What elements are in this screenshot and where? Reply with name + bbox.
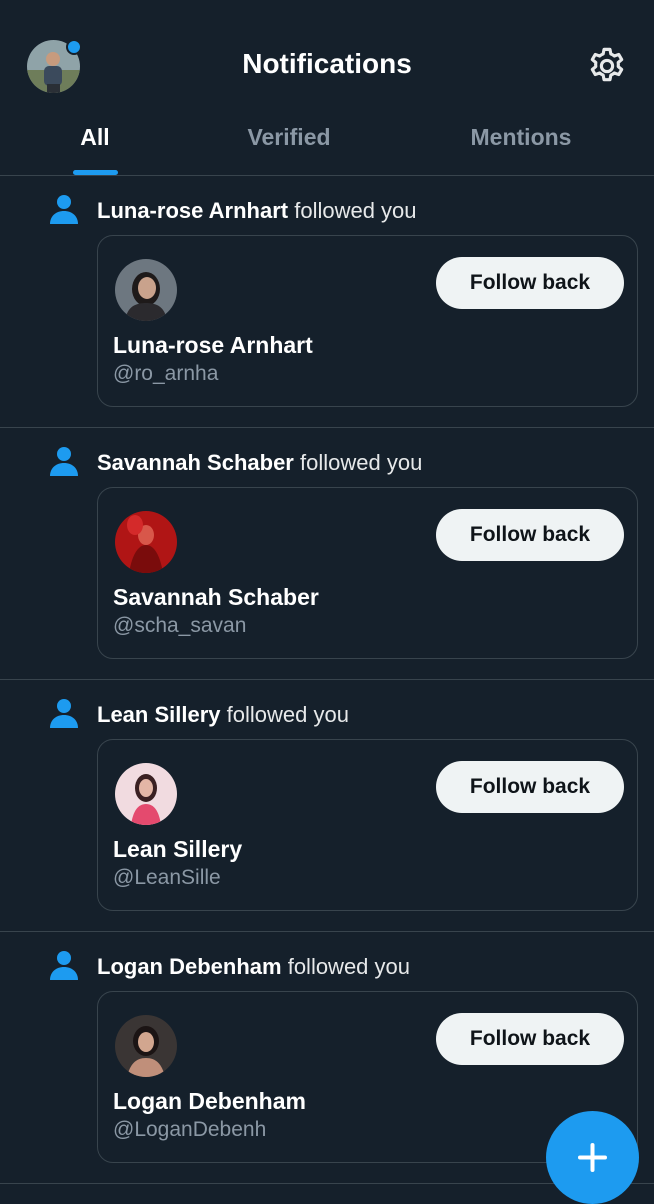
app-header: Notifications All Verified Mentions bbox=[0, 0, 654, 176]
person-icon bbox=[50, 447, 78, 476]
notification-text: Savannah Schaber followed you bbox=[97, 450, 422, 476]
user-display-name[interactable]: Logan Debenham bbox=[113, 1088, 306, 1115]
page-title: Notifications bbox=[242, 48, 412, 79]
follow-back-button[interactable]: Follow back bbox=[436, 1013, 624, 1065]
gear-icon[interactable] bbox=[586, 45, 628, 87]
notification-item[interactable]: Savannah Schaber followed you Follow bac… bbox=[0, 428, 654, 680]
notification-item[interactable]: Lean Sillery followed you Follow back Le… bbox=[0, 680, 654, 932]
user-display-name[interactable]: Savannah Schaber bbox=[113, 584, 319, 611]
notification-user-name[interactable]: Lean Sillery bbox=[97, 702, 221, 727]
follow-back-button[interactable]: Follow back bbox=[436, 257, 624, 309]
notification-text: Lean Sillery followed you bbox=[97, 702, 349, 728]
user-avatar[interactable] bbox=[115, 259, 177, 321]
user-avatar-image bbox=[115, 1015, 177, 1077]
notification-action: followed you bbox=[294, 198, 417, 223]
user-handle: @scha_savan bbox=[113, 614, 247, 637]
person-icon bbox=[50, 699, 78, 728]
notification-user-name[interactable]: Luna-rose Arnhart bbox=[97, 198, 288, 223]
notification-text: Luna-rose Arnhart followed you bbox=[97, 198, 417, 224]
user-card[interactable]: Follow back Luna-rose Arnhart @ro_arnha bbox=[97, 235, 638, 407]
follow-back-button[interactable]: Follow back bbox=[436, 761, 624, 813]
user-avatar[interactable] bbox=[115, 763, 177, 825]
active-tab-indicator bbox=[73, 170, 118, 175]
tab-verified[interactable]: Verified bbox=[219, 124, 359, 151]
user-handle: @LeanSille bbox=[113, 866, 221, 889]
user-avatar[interactable] bbox=[115, 511, 177, 573]
tab-mentions[interactable]: Mentions bbox=[446, 124, 596, 151]
compose-button[interactable] bbox=[546, 1111, 639, 1204]
user-avatar-image bbox=[115, 511, 177, 573]
user-avatar[interactable] bbox=[115, 1015, 177, 1077]
notification-user-name[interactable]: Savannah Schaber bbox=[97, 450, 294, 475]
follow-back-button[interactable]: Follow back bbox=[436, 509, 624, 561]
person-icon bbox=[50, 951, 78, 980]
user-display-name[interactable]: Luna-rose Arnhart bbox=[113, 332, 313, 359]
plus-icon bbox=[578, 1143, 607, 1172]
user-avatar-image bbox=[115, 763, 177, 825]
user-handle: @ro_arnha bbox=[113, 362, 219, 385]
notification-user-name[interactable]: Logan Debenham bbox=[97, 954, 282, 979]
user-avatar-image bbox=[115, 259, 177, 321]
user-display-name[interactable]: Lean Sillery bbox=[113, 836, 242, 863]
person-icon bbox=[50, 195, 78, 224]
notification-text: Logan Debenham followed you bbox=[97, 954, 410, 980]
user-card[interactable]: Follow back Lean Sillery @LeanSille bbox=[97, 739, 638, 911]
notification-action: followed you bbox=[226, 702, 349, 727]
user-card[interactable]: Follow back Savannah Schaber @scha_savan bbox=[97, 487, 638, 659]
notification-item[interactable]: Luna-rose Arnhart followed you Follow ba… bbox=[0, 176, 654, 428]
notification-action: followed you bbox=[300, 450, 423, 475]
notifications-feed: Luna-rose Arnhart followed you Follow ba… bbox=[0, 176, 654, 1184]
tab-all[interactable]: All bbox=[55, 124, 135, 151]
notification-action: followed you bbox=[287, 954, 411, 979]
user-handle: @LoganDebenh bbox=[113, 1118, 267, 1141]
